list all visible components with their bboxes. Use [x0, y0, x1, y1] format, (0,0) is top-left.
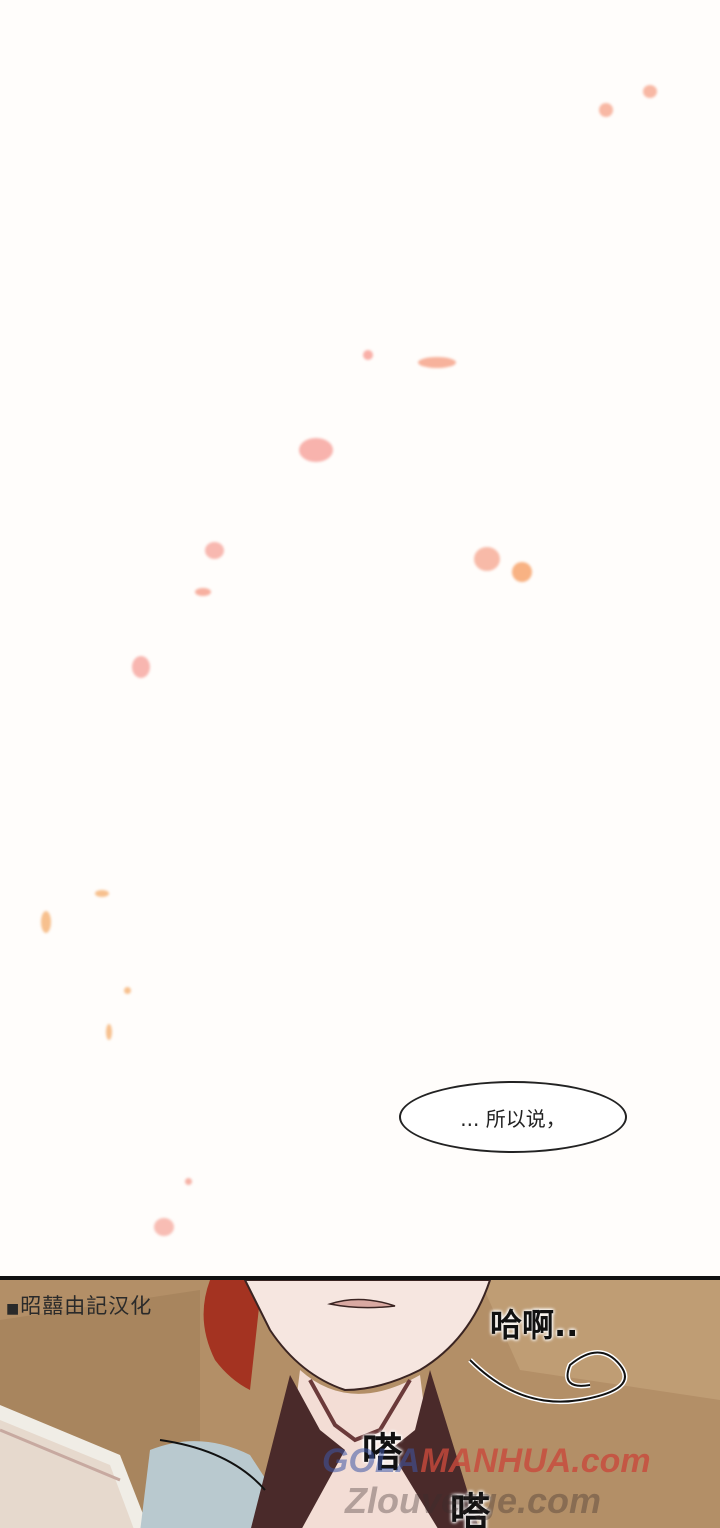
sfx-haha: 哈啊..: [490, 1306, 579, 1344]
petal: [512, 562, 532, 582]
petal: [41, 911, 51, 933]
petal: [643, 85, 657, 98]
comic-panel: ■昭囍由記汉化 哈啊.. 嗒 嗒 GOLAMANHUA.com Zlouverg…: [0, 1276, 720, 1528]
petal: [195, 588, 211, 596]
petal: [418, 357, 456, 368]
watermark-line-2: Zlouverge.com: [345, 1480, 602, 1521]
petal: [132, 656, 150, 678]
translator-credit: ■昭囍由記汉化: [6, 1290, 152, 1320]
credit-logo-icon: ■: [6, 1301, 21, 1317]
petal: [185, 1178, 192, 1185]
petal: [205, 542, 224, 559]
dialogue-text: ... 所以说，: [460, 1106, 566, 1131]
petal: [106, 1024, 112, 1040]
petal: [154, 1218, 174, 1236]
petal: [474, 547, 500, 571]
petal: [363, 350, 373, 360]
petal: [299, 438, 333, 462]
petal: [599, 103, 613, 117]
petal: [95, 890, 109, 897]
petal: [124, 987, 131, 994]
credit-text: 昭囍由記汉化: [20, 1294, 153, 1318]
watermark-line-1: GOLAMANHUA.com: [322, 1442, 651, 1480]
speech-bubble: ... 所以说，: [399, 1081, 627, 1153]
